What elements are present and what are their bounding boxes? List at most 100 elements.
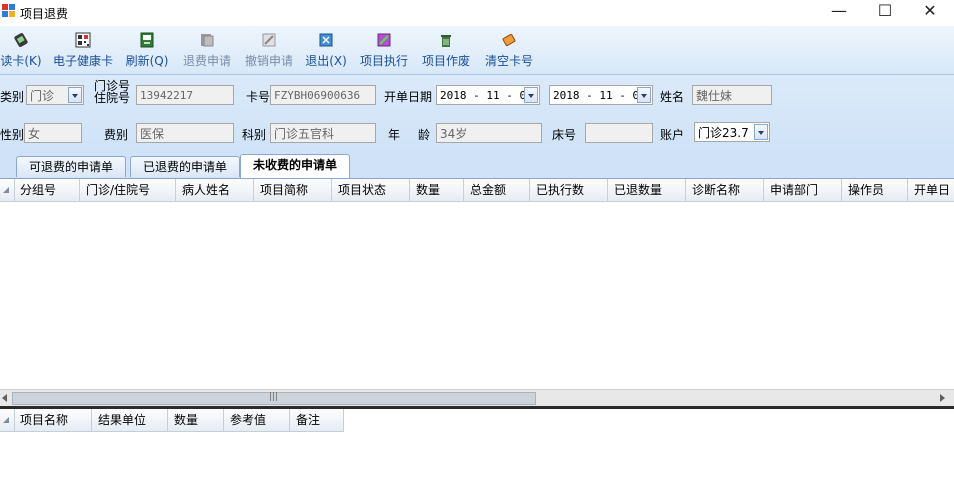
void-item-label: 项目作废 <box>421 54 470 68</box>
col-order-date[interactable]: 开单日 <box>908 179 954 201</box>
fee-type-label: 费别 <box>104 128 129 142</box>
maximize-button[interactable]: ☐ <box>862 0 908 24</box>
age-label-2: 龄 <box>418 128 431 142</box>
patient-info-panel: 类别 门诊 门诊号 住院号 13942217 卡号 FZYBH06900636 … <box>0 75 954 153</box>
e-health-card-button[interactable]: 电子健康卡 <box>50 28 116 72</box>
horizontal-scrollbar[interactable]: ||| <box>0 389 954 407</box>
col-item-abbr[interactable]: 项目简称 <box>254 179 332 201</box>
void-item-button[interactable]: 项目作废 <box>418 28 474 72</box>
calendar-dropdown-icon[interactable] <box>637 87 651 103</box>
card-no-label: 卡号 <box>246 90 271 104</box>
toolbar: 读卡(K) 电子健康卡 刷新(Q) 退费申请 撤销申请 退出(X) 项目执行 项… <box>0 26 954 75</box>
date-to-value: 2018 - 11 - 09 <box>553 89 646 102</box>
clear-card-label: 清空卡号 <box>484 54 533 68</box>
tab-refundable[interactable]: 可退费的申请单 <box>16 156 127 177</box>
department-field[interactable]: 门诊五官科 <box>270 123 376 143</box>
account-value: 门诊23.7 <box>698 126 749 140</box>
read-card-label: 读卡(K) <box>0 54 42 68</box>
refresh-label: 刷新(Q) <box>125 54 169 68</box>
clinic-no-label-2: 住院号 <box>94 91 131 105</box>
tab-strip: 可退费的申请单 已退费的申请单 未收费的申请单 <box>0 153 954 179</box>
col-quantity[interactable]: 数量 <box>410 179 464 201</box>
refund-request-icon <box>201 34 214 47</box>
scroll-left-icon[interactable] <box>2 394 7 402</box>
read-card-button[interactable]: 读卡(K) <box>0 28 44 72</box>
calendar-dropdown-icon[interactable] <box>524 87 538 103</box>
chevron-down-icon[interactable] <box>754 124 768 140</box>
scroll-thumb[interactable]: ||| <box>12 392 536 405</box>
execute-item-label: 项目执行 <box>359 54 408 68</box>
tab-refunded[interactable]: 已退费的申请单 <box>130 156 241 177</box>
scroll-grip: ||| <box>269 392 279 402</box>
grid-header: 分组号 门诊/住院号 病人姓名 项目简称 项目状态 数量 总金额 已执行数 已退… <box>0 179 954 202</box>
detail-grid: 项目名称 结果单位 数量 参考值 备注 <box>0 409 954 495</box>
account-select[interactable]: 门诊23.7 <box>694 122 770 142</box>
col-group-no[interactable]: 分组号 <box>14 179 80 201</box>
age-field[interactable]: 34岁 <box>436 123 542 143</box>
account-label: 账户 <box>660 128 685 142</box>
e-health-card-label: 电子健康卡 <box>52 54 113 68</box>
date-from-value: 2018 - 11 - 09 <box>440 89 533 102</box>
category-value: 门诊 <box>30 89 55 103</box>
select-all-corner[interactable] <box>0 179 15 201</box>
scroll-right-icon[interactable] <box>940 394 945 402</box>
application-grid: 分组号 门诊/住院号 病人姓名 项目简称 项目状态 数量 总金额 已执行数 已退… <box>0 179 954 389</box>
category-select[interactable]: 门诊 <box>26 85 84 105</box>
col-clinic-no[interactable]: 门诊/住院号 <box>80 179 176 201</box>
refund-request-label: 退费申请 <box>182 54 231 68</box>
revoke-request-button[interactable]: 撤销申请 <box>241 28 297 72</box>
col-refunded-qty[interactable]: 已退数量 <box>608 179 686 201</box>
revoke-request-label: 撤销申请 <box>244 54 293 68</box>
execute-item-button[interactable]: 项目执行 <box>356 28 412 72</box>
card-reader-icon <box>14 33 28 47</box>
name-field[interactable]: 魏仕妹 <box>692 85 772 105</box>
trash-icon <box>441 35 451 47</box>
gender-label: 性别 <box>0 128 25 142</box>
card-no-field[interactable]: FZYBH06900636 <box>270 85 376 105</box>
clear-card-button[interactable]: 清空卡号 <box>481 28 537 72</box>
col-operator[interactable]: 操作员 <box>842 179 908 201</box>
exit-icon <box>319 33 333 47</box>
chevron-down-icon[interactable] <box>68 87 82 103</box>
clinic-no-field[interactable]: 13942217 <box>136 85 234 105</box>
refresh-icon <box>140 32 154 48</box>
exit-button[interactable]: 退出(X) <box>303 28 349 72</box>
title-bar: 项目退费 — ☐ ✕ <box>0 0 954 26</box>
app-icon <box>2 4 15 17</box>
execute-icon <box>377 33 391 47</box>
col-result-unit[interactable]: 结果单位 <box>92 409 168 431</box>
date-to-picker[interactable]: 2018 - 11 - 09 <box>549 85 653 105</box>
detail-select-all-corner[interactable] <box>0 409 15 431</box>
name-label: 姓名 <box>660 90 685 104</box>
bed-label: 床号 <box>552 128 577 142</box>
exit-label: 退出(X) <box>305 54 347 68</box>
col-detail-quantity[interactable]: 数量 <box>168 409 224 431</box>
col-patient-name[interactable]: 病人姓名 <box>176 179 254 201</box>
category-label: 类别 <box>0 90 25 104</box>
col-diagnosis[interactable]: 诊断名称 <box>686 179 764 201</box>
col-reference-value[interactable]: 参考值 <box>224 409 290 431</box>
refresh-button[interactable]: 刷新(Q) <box>123 28 171 72</box>
gender-field[interactable]: 女 <box>24 123 82 143</box>
department-label: 科别 <box>242 128 267 142</box>
detail-grid-header: 项目名称 结果单位 数量 参考值 备注 <box>0 409 344 432</box>
eraser-icon <box>502 33 516 47</box>
refund-request-button[interactable]: 退费申请 <box>180 28 234 72</box>
revoke-request-icon <box>262 33 276 47</box>
window-title: 项目退费 <box>20 7 69 21</box>
minimize-button[interactable]: — <box>816 0 862 24</box>
qr-code-icon <box>75 32 91 48</box>
col-remarks[interactable]: 备注 <box>290 409 344 431</box>
bed-field[interactable] <box>585 123 653 143</box>
tab-unpaid[interactable]: 未收费的申请单 <box>240 154 351 178</box>
date-from-picker[interactable]: 2018 - 11 - 09 <box>436 85 540 105</box>
age-label-1: 年 <box>388 128 401 142</box>
col-executed-count[interactable]: 已执行数 <box>530 179 608 201</box>
col-item-name[interactable]: 项目名称 <box>14 409 92 431</box>
close-button[interactable]: ✕ <box>907 0 953 24</box>
col-total-amount[interactable]: 总金额 <box>464 179 530 201</box>
col-item-status[interactable]: 项目状态 <box>332 179 410 201</box>
order-date-label: 开单日期 <box>384 90 433 104</box>
fee-type-field[interactable]: 医保 <box>136 123 234 143</box>
col-apply-dept[interactable]: 申请部门 <box>764 179 842 201</box>
